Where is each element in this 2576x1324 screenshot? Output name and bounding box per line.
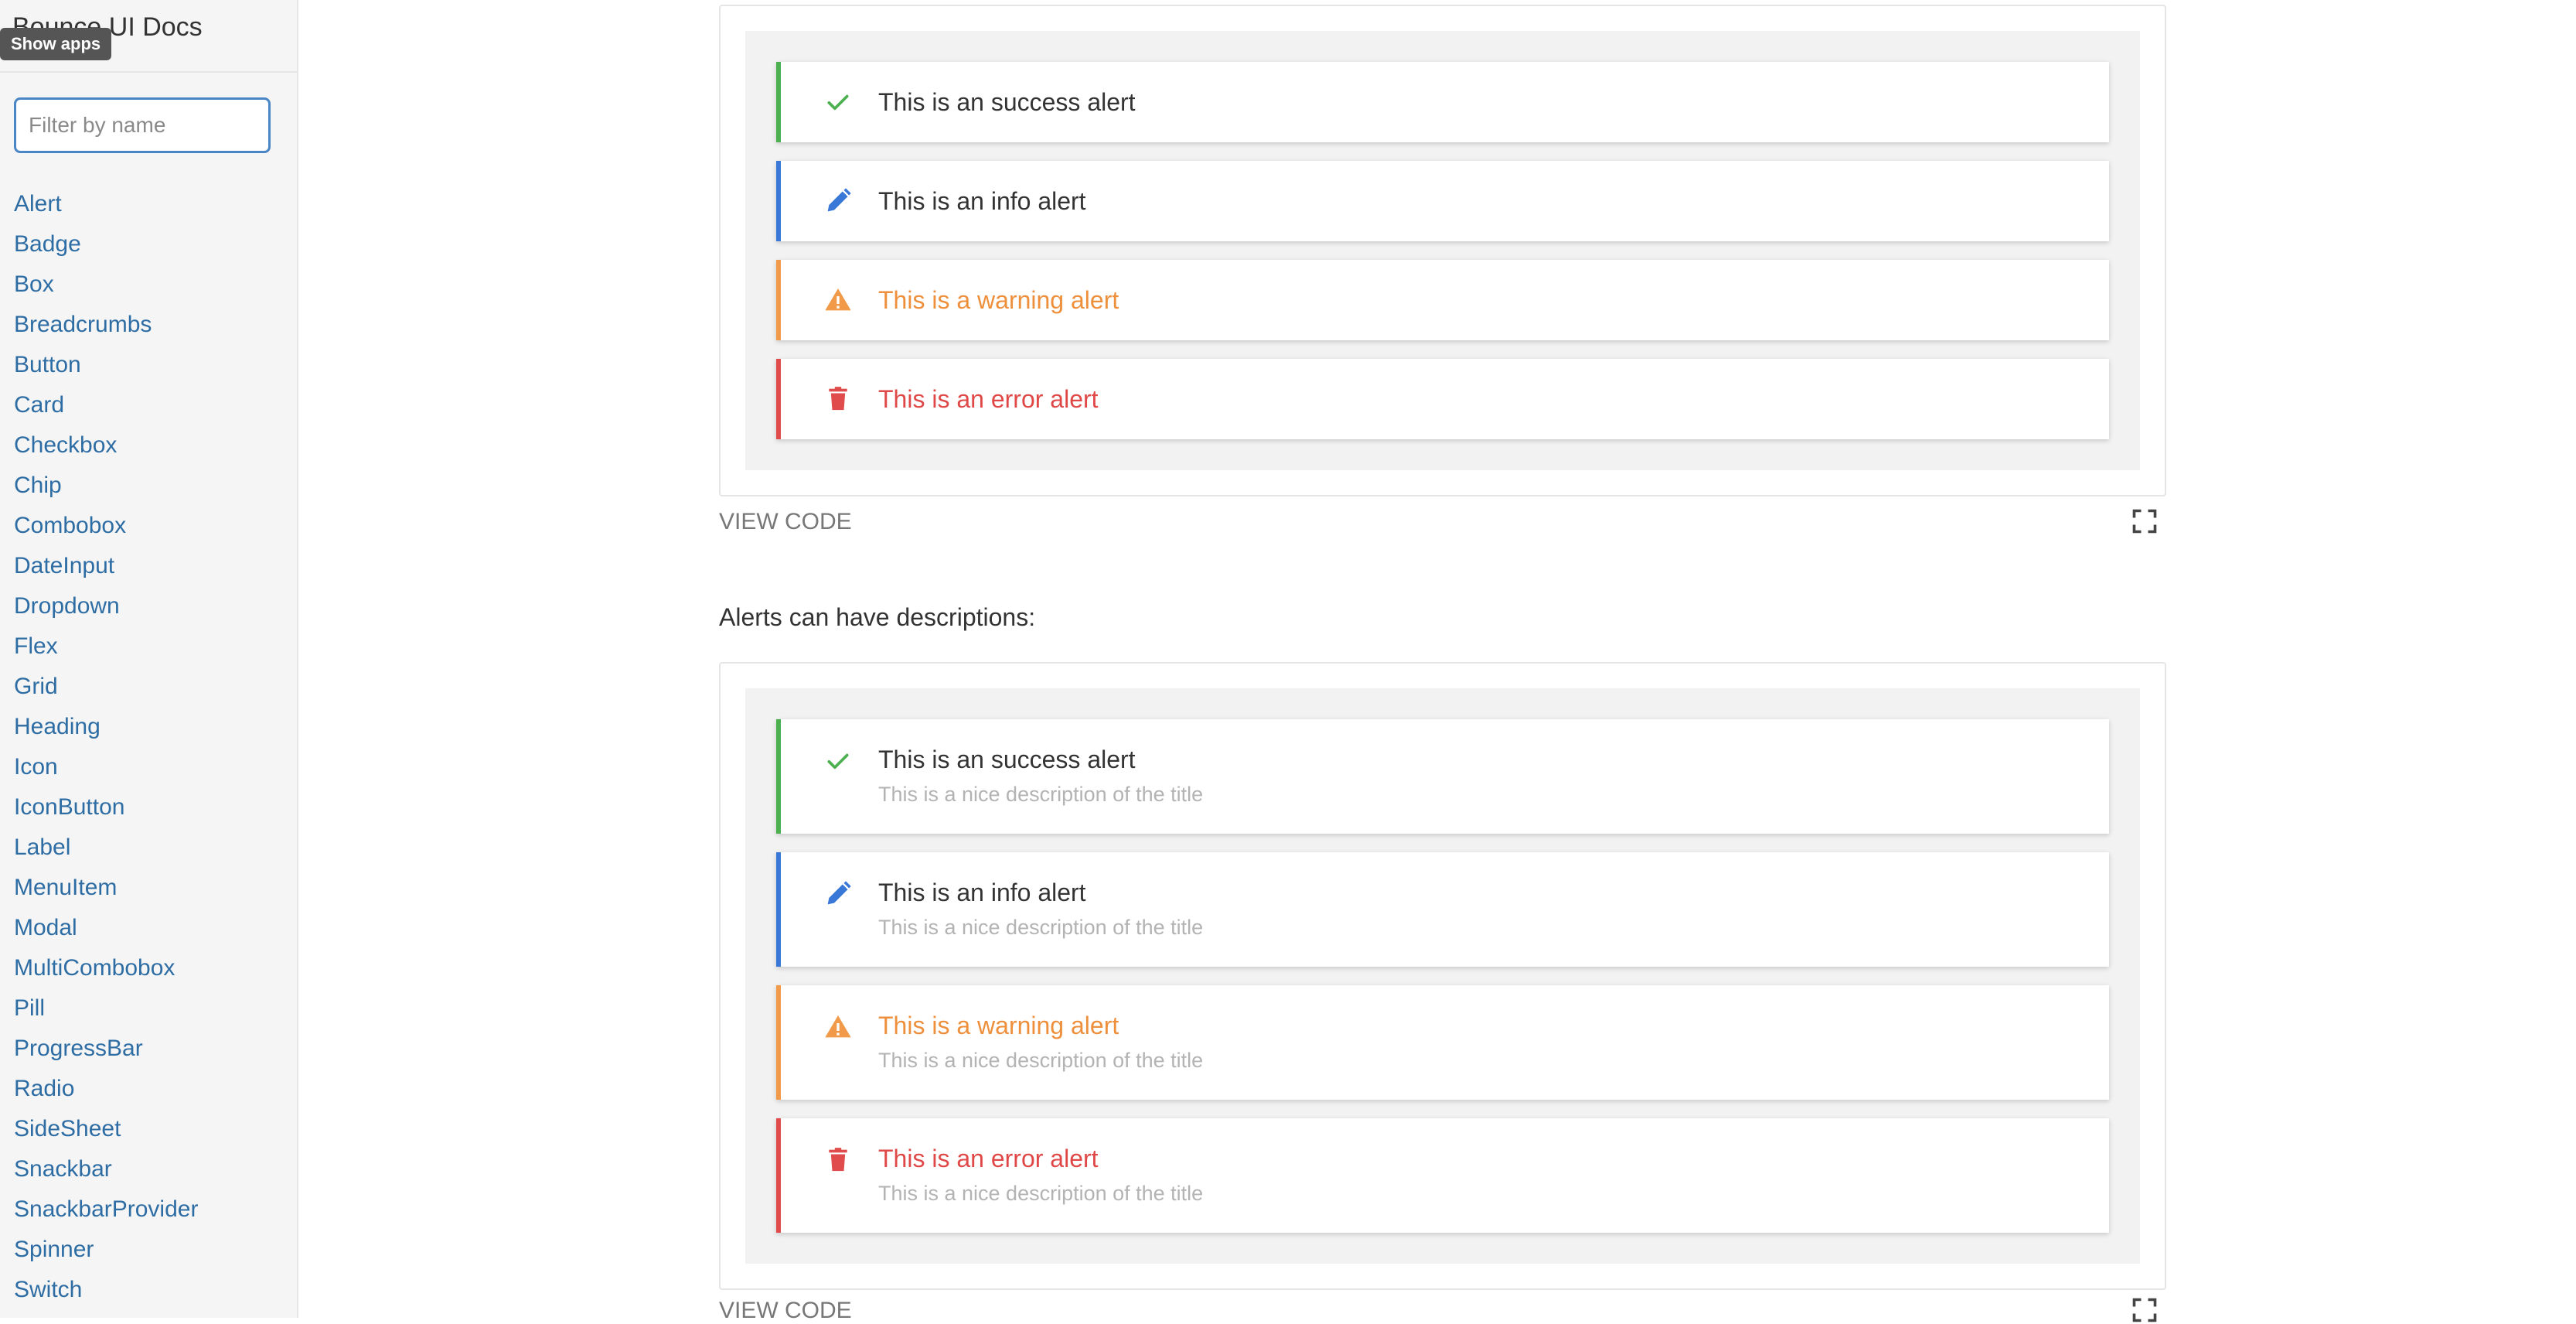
fullscreen-icon[interactable]: [2131, 507, 2159, 535]
alert-title: This is an info alert: [878, 879, 1086, 906]
nav-item-multicombobox[interactable]: MultiCombobox: [14, 951, 198, 991]
check-icon: [827, 753, 849, 769]
warning-alert: This is a warning alert: [776, 260, 2109, 340]
success-alert: This is an success alert: [776, 62, 2109, 142]
nav-item-progressbar[interactable]: ProgressBar: [14, 1032, 198, 1072]
nav-item-checkbox[interactable]: Checkbox: [14, 428, 198, 469]
nav-item-alert[interactable]: Alert: [14, 187, 198, 227]
sidebar: Bounce UI Docs Show apps Alert Badge Box…: [0, 0, 298, 1318]
nav-item-switch[interactable]: Switch: [14, 1273, 198, 1313]
warning-icon: [825, 288, 851, 311]
section-description: Alerts can have descriptions:: [719, 603, 1036, 631]
view-code-button[interactable]: VIEW CODE: [719, 1298, 852, 1324]
nav-item-radio[interactable]: Radio: [14, 1072, 198, 1112]
nav-item-label[interactable]: Label: [14, 831, 198, 871]
nav-item-combobox[interactable]: Combobox: [14, 509, 198, 549]
nav-item-snackbar[interactable]: Snackbar: [14, 1152, 198, 1193]
nav-item-breadcrumbs[interactable]: Breadcrumbs: [14, 308, 198, 348]
alert-demo-descriptions: This is an success alert This is a nice …: [719, 662, 2166, 1290]
nav-item-grid[interactable]: Grid: [14, 670, 198, 710]
trash-icon: [829, 1148, 847, 1172]
error-alert: This is an error alert: [776, 359, 2109, 439]
alert-demo-basic: This is an success alert This is an info…: [719, 5, 2166, 496]
alert-title: This is a warning alert: [878, 286, 1119, 314]
success-alert: This is an success alert This is a nice …: [776, 719, 2109, 834]
trash-icon: [829, 387, 847, 411]
component-nav: Alert Badge Box Breadcrumbs Button Card …: [14, 187, 198, 1313]
nav-item-box[interactable]: Box: [14, 268, 198, 308]
alert-description: This is a nice description of the title: [878, 916, 1204, 939]
pencil-icon: [827, 881, 851, 905]
warning-icon: [825, 1015, 851, 1038]
nav-item-icon[interactable]: Icon: [14, 750, 198, 790]
alert-description: This is a nice description of the title: [878, 783, 1204, 806]
alert-title: This is an error alert: [878, 385, 1099, 413]
alert-title: This is an info alert: [878, 187, 1086, 215]
nav-item-chip[interactable]: Chip: [14, 469, 198, 509]
nav-item-badge[interactable]: Badge: [14, 227, 198, 268]
alert-title: This is a warning alert: [878, 1012, 1119, 1039]
alert-title: This is an success alert: [878, 746, 1136, 773]
alert-title: This is an error alert: [878, 1145, 1099, 1172]
demo-stage: This is an success alert This is a nice …: [745, 688, 2140, 1264]
nav-item-iconbutton[interactable]: IconButton: [14, 790, 198, 831]
error-alert: This is an error alert This is a nice de…: [776, 1118, 2109, 1233]
alert-description: This is a nice description of the title: [878, 1049, 1204, 1072]
nav-item-dateinput[interactable]: DateInput: [14, 549, 198, 589]
pencil-icon: [827, 188, 851, 212]
alert-title: This is an success alert: [878, 88, 1136, 116]
info-alert: This is an info alert: [776, 161, 2109, 241]
nav-item-heading[interactable]: Heading: [14, 710, 198, 750]
nav-item-dropdown[interactable]: Dropdown: [14, 589, 198, 630]
nav-item-card[interactable]: Card: [14, 388, 198, 428]
check-icon: [827, 94, 849, 111]
filter-input[interactable]: [14, 97, 271, 153]
warning-alert: This is a warning alert This is a nice d…: [776, 985, 2109, 1100]
nav-item-sidesheet[interactable]: SideSheet: [14, 1112, 198, 1152]
view-code-button[interactable]: VIEW CODE: [719, 509, 852, 535]
nav-item-spinner[interactable]: Spinner: [14, 1233, 198, 1273]
alert-description: This is a nice description of the title: [878, 1182, 1204, 1205]
nav-item-pill[interactable]: Pill: [14, 991, 198, 1032]
nav-item-modal[interactable]: Modal: [14, 911, 198, 951]
show-apps-tooltip: Show apps: [0, 28, 112, 60]
divider: [0, 71, 297, 73]
nav-item-flex[interactable]: Flex: [14, 630, 198, 670]
fullscreen-icon[interactable]: [2131, 1296, 2159, 1324]
nav-item-snackbarprovider[interactable]: SnackbarProvider: [14, 1193, 198, 1233]
info-alert: This is an info alert This is a nice des…: [776, 852, 2109, 967]
nav-item-button[interactable]: Button: [14, 348, 198, 388]
nav-item-menuitem[interactable]: MenuItem: [14, 871, 198, 911]
demo-stage: This is an success alert This is an info…: [745, 31, 2140, 470]
